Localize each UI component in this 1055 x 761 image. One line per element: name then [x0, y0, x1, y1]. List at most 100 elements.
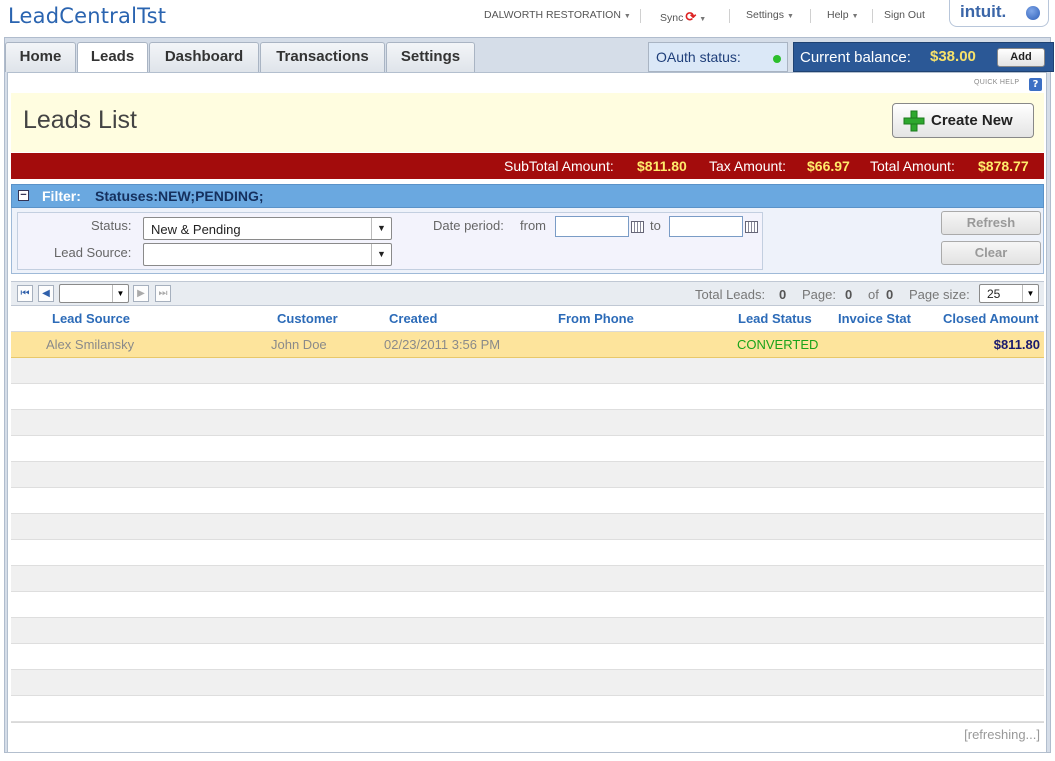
oauth-status-label: OAuth status: — [656, 49, 741, 65]
date-period-label: Date period: — [433, 218, 504, 233]
help-icon[interactable]: ? — [1029, 78, 1042, 91]
filter-header[interactable]: − Filter: Statuses:NEW;PENDING; — [11, 184, 1044, 208]
empty-row — [11, 462, 1044, 488]
page-size-value: 25 — [987, 287, 1001, 301]
tab-leads[interactable]: Leads — [77, 42, 148, 73]
add-balance-button[interactable]: Add — [997, 48, 1045, 67]
total-leads-value: 0 — [779, 287, 787, 302]
empty-row — [11, 514, 1044, 540]
to-label: to — [650, 218, 661, 233]
column-header-customer[interactable]: Customer — [277, 311, 338, 326]
cell-lead-source: Alex Smilansky — [46, 337, 135, 352]
column-header-closed-amount[interactable]: Closed Amount — [943, 311, 1039, 326]
intuit-logo[interactable]: intuit. — [949, 0, 1049, 27]
date-to-input[interactable] — [669, 216, 743, 237]
dropdown-arrow-icon[interactable]: ▼ — [112, 285, 128, 302]
help-menu[interactable]: Help ▼ — [827, 9, 859, 21]
totals-bar: SubTotal Amount: $811.80 Tax Amount: $66… — [11, 153, 1044, 179]
lead-source-label: Lead Source: — [54, 245, 132, 260]
nav-divider — [640, 9, 641, 23]
tab-transactions[interactable]: Transactions — [260, 42, 385, 72]
sign-out-link[interactable]: Sign Out — [884, 9, 925, 21]
intuit-logo-text: intuit. — [960, 2, 1007, 21]
page-label: Page: — [802, 287, 836, 302]
chevron-down-icon: ▼ — [623, 13, 631, 20]
page-count-value: 0 — [886, 287, 894, 302]
column-header-from-phone[interactable]: From Phone — [558, 311, 634, 326]
app-title: LeadCentralTst — [8, 4, 167, 28]
total-label: Total Amount: — [870, 158, 955, 174]
cell-lead-status: CONVERTED — [737, 337, 819, 352]
sync-label: Sync — [660, 12, 684, 24]
column-header-invoice-status[interactable]: Invoice Stat — [838, 311, 911, 326]
nav-divider — [872, 9, 873, 23]
empty-row — [11, 696, 1044, 722]
cell-customer: John Doe — [271, 337, 327, 352]
grid-footer: [refreshing...] — [11, 722, 1044, 746]
top-header: LeadCentralTst DALWORTH RESTORATION ▼ Syn… — [0, 0, 1055, 37]
empty-row — [11, 618, 1044, 644]
grid-body: Alex Smilansky John Doe 02/23/2011 3:56 … — [11, 332, 1044, 722]
tax-value: $66.97 — [807, 158, 850, 174]
quick-help-link[interactable]: QUICK HELP — [974, 79, 1019, 86]
next-page-icon[interactable]: ▶ — [133, 285, 149, 302]
lead-source-select[interactable]: ▼ — [143, 243, 392, 266]
of-label: of — [868, 287, 879, 302]
empty-row — [11, 410, 1044, 436]
tab-settings[interactable]: Settings — [386, 42, 475, 72]
dropdown-arrow-icon[interactable]: ▼ — [371, 218, 391, 239]
status-label: Status: — [91, 218, 132, 233]
create-new-label: Create New — [931, 112, 1013, 129]
help-label: Help — [827, 9, 849, 21]
empty-row — [11, 540, 1044, 566]
tab-dashboard[interactable]: Dashboard — [149, 42, 259, 72]
column-header-created[interactable]: Created — [389, 311, 437, 326]
dropdown-arrow-icon[interactable]: ▼ — [371, 244, 391, 265]
column-header-lead-status[interactable]: Lead Status — [738, 311, 812, 326]
company-menu[interactable]: DALWORTH RESTORATION ▼ — [484, 9, 631, 21]
create-new-button[interactable]: Create New — [892, 103, 1034, 138]
filter-panel: Status: New & Pending ▼ Lead Source: ▼ D… — [11, 208, 1044, 274]
date-from-input[interactable] — [555, 216, 629, 237]
chevron-down-icon: ▼ — [851, 13, 859, 20]
empty-row — [11, 358, 1044, 384]
prev-page-icon[interactable]: ◀ — [38, 285, 54, 302]
first-page-icon[interactable]: ⏮ — [17, 285, 33, 302]
subtotal-value: $811.80 — [637, 158, 687, 174]
intuit-globe-icon — [1026, 6, 1040, 20]
page-header: Leads List Create New — [11, 93, 1044, 152]
clear-button[interactable]: Clear — [941, 241, 1041, 265]
empty-row — [11, 384, 1044, 410]
calendar-icon[interactable] — [631, 221, 644, 233]
balance-value: $38.00 — [930, 48, 976, 65]
collapse-icon[interactable]: − — [18, 190, 29, 201]
status-select[interactable]: New & Pending ▼ — [143, 217, 392, 240]
cell-created: 02/23/2011 3:56 PM — [384, 337, 501, 352]
empty-row — [11, 670, 1044, 696]
cell-closed-amount: $811.80 — [993, 337, 1040, 352]
table-row[interactable]: Alex Smilansky John Doe 02/23/2011 3:56 … — [11, 332, 1044, 358]
page-title: Leads List — [23, 106, 137, 134]
last-page-icon[interactable]: ⏭ — [155, 285, 171, 302]
chevron-down-icon: ▼ — [786, 13, 794, 20]
status-select-value: New & Pending — [151, 222, 241, 237]
dropdown-arrow-icon[interactable]: ▼ — [1022, 285, 1038, 302]
total-leads-label: Total Leads: — [695, 287, 766, 302]
column-header-lead-source[interactable]: Lead Source — [52, 311, 130, 326]
refresh-button[interactable]: Refresh — [941, 211, 1041, 235]
empty-row — [11, 436, 1044, 462]
settings-menu[interactable]: Settings ▼ — [746, 9, 794, 21]
plus-icon — [903, 110, 925, 132]
page-value: 0 — [845, 287, 853, 302]
balance-panel: Current balance: $38.00 Add — [793, 42, 1054, 72]
sync-menu[interactable]: Sync ⟳ ▼ — [660, 9, 706, 25]
filter-summary: Statuses:NEW;PENDING; — [95, 188, 264, 204]
empty-row — [11, 592, 1044, 618]
page-select[interactable]: ▼ — [59, 284, 129, 303]
calendar-icon[interactable] — [745, 221, 758, 233]
status-dot-icon — [773, 55, 781, 63]
tab-home[interactable]: Home — [5, 42, 76, 72]
page-size-select[interactable]: 25 ▼ — [979, 284, 1039, 303]
nav-divider — [810, 9, 811, 23]
pager: ⏮ ◀ ▼ ▶ ⏭ Total Leads: 0 Page: 0 of 0 Pa… — [11, 281, 1044, 306]
